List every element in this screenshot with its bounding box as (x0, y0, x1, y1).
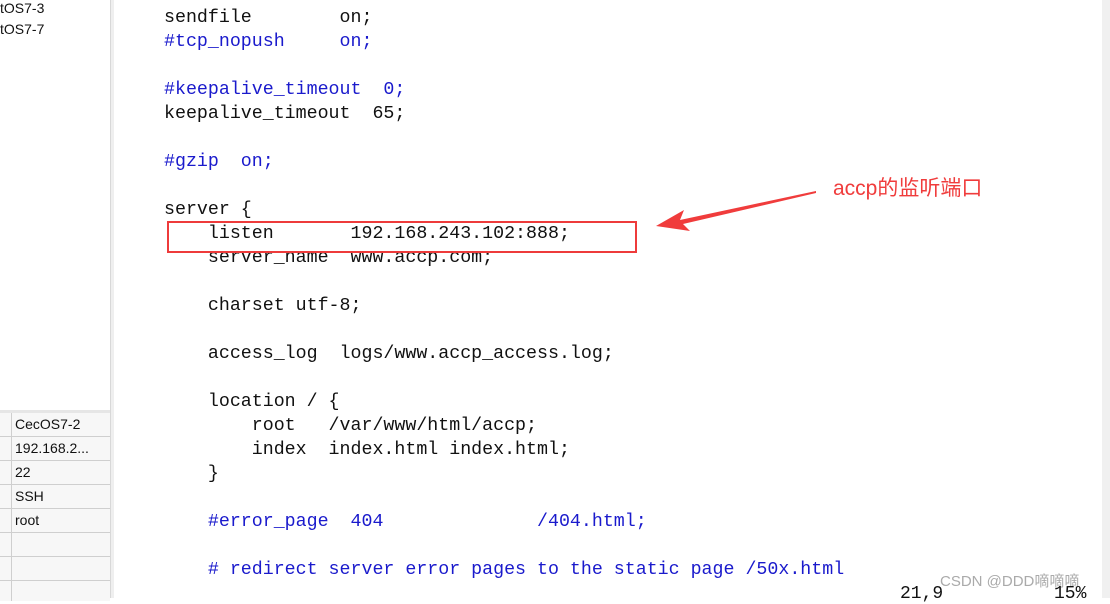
code-line: #error_page 404 /404.html; (164, 512, 647, 532)
property-value: 192.168.2... (15, 440, 89, 456)
terminal-text[interactable]: sendfile on; #tcp_nopush on; #keepalive_ti… (164, 6, 844, 582)
code-line: keepalive_timeout 65; (164, 104, 406, 124)
code-line: # redirect server error pages to the sta… (164, 560, 845, 580)
code-line: access_log logs/www.accp_access.log; (164, 344, 614, 364)
properties-table: CecOS7-2 192.168.2... 22 SSH root (0, 410, 110, 601)
highlight-box (167, 221, 637, 253)
property-row (0, 557, 110, 581)
code-line: #tcp_nopush on; (164, 32, 373, 52)
property-value: SSH (15, 488, 44, 504)
property-row: 192.168.2... (0, 437, 110, 461)
property-row: 22 (0, 461, 110, 485)
code-line: sendfile on; (164, 8, 373, 28)
code-line: location / { (164, 392, 340, 412)
session-item[interactable]: tOS7-7 (0, 21, 44, 37)
property-value: root (15, 512, 40, 528)
panel-splitter[interactable] (111, 0, 114, 598)
code-line: charset utf-8; (164, 296, 362, 316)
scrollbar[interactable] (1102, 0, 1110, 598)
code-line: index index.html index.html; (164, 440, 570, 460)
property-value: 22 (15, 464, 31, 480)
arrow-icon (656, 191, 816, 231)
property-row: CecOS7-2 (0, 413, 110, 437)
session-item[interactable]: tOS7-3 (0, 0, 44, 16)
code-line: root /var/www/html/accp; (164, 416, 537, 436)
code-line: #gzip on; (164, 152, 274, 172)
cursor-position: 21,9 (900, 584, 944, 604)
session-panel: tOS7-3 tOS7-7 CecOS7-2 192.168.2... 22 SSH r… (0, 0, 111, 601)
property-row: SSH (0, 485, 110, 509)
annotation-label: accp的监听端口 (833, 177, 983, 200)
code-line: #keepalive_timeout 0; (164, 80, 406, 100)
code-line: } (164, 464, 219, 484)
property-value: CecOS7-2 (15, 416, 81, 432)
scroll-percent: 15% (1054, 584, 1087, 604)
property-row: root (0, 509, 110, 533)
property-row (0, 533, 110, 557)
